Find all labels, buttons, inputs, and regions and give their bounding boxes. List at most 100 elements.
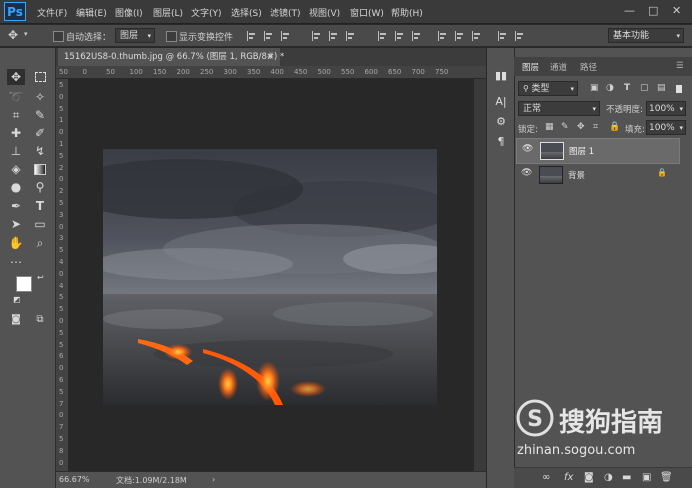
foreground-color-swatch[interactable]: [16, 276, 32, 292]
tool-preset-dropdown-icon[interactable]: ▾: [24, 30, 28, 38]
status-menu-arrow-icon[interactable]: ›: [212, 475, 215, 484]
move-tool-icon[interactable]: ✥: [8, 28, 18, 42]
close-tab-icon[interactable]: ×: [266, 48, 274, 66]
zoom-level[interactable]: 66.67%: [59, 475, 90, 484]
filter-type-icon[interactable]: T: [624, 83, 630, 93]
gradient-tool-icon[interactable]: [31, 161, 49, 177]
glyphs-panel-icon[interactable]: ⚙: [493, 114, 509, 130]
align-distribute-icon[interactable]: [395, 31, 405, 41]
align-distribute-icon[interactable]: [346, 31, 356, 41]
align-distribute-icon[interactable]: [312, 31, 322, 41]
blend-mode-dropdown[interactable]: 正常 ▾: [518, 101, 600, 116]
layer-name[interactable]: 背景: [568, 169, 585, 181]
menu-layer[interactable]: 图层(L): [153, 6, 183, 19]
restore-button[interactable]: □: [648, 4, 658, 17]
document-image[interactable]: [103, 149, 437, 405]
clone-stamp-tool-icon[interactable]: ⊥: [7, 143, 25, 159]
path-selection-tool-icon[interactable]: ➤: [7, 216, 25, 232]
lock-pixels-icon[interactable]: ✎: [561, 122, 569, 132]
fill-input[interactable]: 100% ▾: [646, 120, 686, 135]
align-distribute-icon[interactable]: [412, 31, 422, 41]
layer-name[interactable]: 图层 1: [569, 145, 594, 157]
type-tool-icon[interactable]: T: [31, 198, 49, 214]
lock-artboard-icon[interactable]: ⌗: [593, 122, 598, 132]
tab-paths[interactable]: 路径: [580, 61, 597, 73]
layer-row-background[interactable]: 👁 背景 🔒: [516, 163, 678, 185]
link-layers-icon[interactable]: ∞: [542, 472, 550, 483]
align-distribute-icon[interactable]: [438, 31, 448, 41]
align-distribute-icon[interactable]: [455, 31, 465, 41]
character-panel-icon[interactable]: A|: [493, 94, 509, 110]
visibility-eye-icon[interactable]: 👁: [521, 168, 532, 178]
brush-tool-icon[interactable]: ✐: [31, 125, 49, 141]
marquee-tool-icon[interactable]: [31, 69, 49, 85]
align-distribute-icon[interactable]: [247, 31, 257, 41]
menu-help[interactable]: 帮助(H): [391, 6, 423, 19]
layer-row-layer1[interactable]: 👁 图层 1: [516, 138, 680, 164]
lasso-tool-icon[interactable]: ➰: [7, 89, 25, 105]
align-distribute-icon[interactable]: [378, 31, 388, 41]
healing-brush-tool-icon[interactable]: ✚: [7, 125, 25, 141]
swap-colors-icon[interactable]: ↩: [37, 273, 44, 282]
document-tab[interactable]: 15162US8-0.thumb.jpg @ 66.7% (图层 1, RGB/…: [58, 48, 284, 66]
delete-layer-icon[interactable]: 🗑: [660, 472, 673, 483]
menu-window[interactable]: 窗口(W): [350, 6, 384, 19]
dodge-tool-icon[interactable]: ⚲: [31, 179, 49, 195]
more-tools-icon[interactable]: ⋯: [7, 254, 25, 270]
menu-edit[interactable]: 编辑(E): [76, 6, 107, 19]
move-tool-icon[interactable]: ✥: [7, 69, 25, 85]
default-colors-icon[interactable]: ◩: [13, 295, 21, 304]
eraser-tool-icon[interactable]: ◈: [7, 161, 25, 177]
new-group-icon[interactable]: ▬: [622, 472, 631, 483]
workspace-dropdown[interactable]: 基本功能 ▾: [608, 28, 684, 43]
panel-menu-icon[interactable]: ☰: [676, 61, 684, 71]
paragraph-panel-icon[interactable]: ¶: [493, 134, 509, 150]
lock-all-icon[interactable]: 🔒: [609, 122, 620, 132]
menu-select[interactable]: 选择(S): [231, 6, 262, 19]
lock-transparency-icon[interactable]: ▦: [545, 122, 554, 132]
align-distribute-icon[interactable]: [329, 31, 339, 41]
auto-select-checkbox[interactable]: [53, 31, 64, 42]
history-brush-tool-icon[interactable]: ↯: [31, 143, 49, 159]
quick-mask-icon[interactable]: ◙: [7, 312, 25, 328]
blur-tool-icon[interactable]: ●: [7, 179, 25, 195]
auto-select-dropdown[interactable]: 图层 ▾: [115, 28, 155, 43]
opacity-input[interactable]: 100% ▾: [646, 101, 686, 116]
menu-file[interactable]: 文件(F): [37, 6, 67, 19]
pen-tool-icon[interactable]: ✒: [7, 198, 25, 214]
menu-type[interactable]: 文字(Y): [191, 6, 222, 19]
layer-filter-dropdown[interactable]: ⚲ 类型 ▾: [518, 81, 578, 96]
visibility-eye-icon[interactable]: 👁: [522, 144, 533, 154]
new-layer-icon[interactable]: ▣: [642, 472, 651, 483]
vertical-scrollbar[interactable]: [474, 79, 486, 471]
screen-mode-icon[interactable]: ⧉: [31, 312, 49, 328]
lock-position-icon[interactable]: ✥: [577, 122, 585, 132]
align-distribute-icon[interactable]: [281, 31, 291, 41]
fx-icon[interactable]: fx: [564, 472, 573, 483]
menu-image[interactable]: 图像(I): [115, 6, 143, 19]
tab-channels[interactable]: 通道: [550, 61, 567, 73]
minimize-button[interactable]: —: [624, 4, 635, 17]
filter-pixel-icon[interactable]: ▣: [590, 83, 599, 93]
add-mask-icon[interactable]: ◙: [584, 472, 594, 483]
history-panel-icon[interactable]: ▮▮: [493, 68, 509, 84]
menu-filter[interactable]: 滤镜(T): [270, 6, 301, 19]
adjustment-layer-icon[interactable]: ◑: [604, 472, 613, 483]
filter-shape-icon[interactable]: ▢: [640, 83, 649, 93]
filter-adjustment-icon[interactable]: ◑: [606, 83, 614, 93]
tab-layers[interactable]: 图层: [522, 61, 539, 73]
crop-tool-icon[interactable]: ⌗: [7, 107, 25, 123]
filter-toggle-icon[interactable]: [676, 85, 682, 93]
menu-view[interactable]: 视图(V): [309, 6, 340, 19]
align-distribute-icon[interactable]: [515, 31, 525, 41]
zoom-tool-icon[interactable]: ⌕: [31, 235, 49, 251]
filter-smart-object-icon[interactable]: ▤: [657, 83, 666, 93]
hand-tool-icon[interactable]: ✋: [7, 235, 25, 251]
show-transform-checkbox[interactable]: [166, 31, 177, 42]
close-button[interactable]: ✕: [672, 4, 681, 17]
magic-wand-tool-icon[interactable]: ✧: [31, 89, 49, 105]
align-distribute-icon[interactable]: [264, 31, 274, 41]
align-distribute-icon[interactable]: [498, 31, 508, 41]
eyedropper-tool-icon[interactable]: ✎: [31, 107, 49, 123]
rectangle-tool-icon[interactable]: ▭: [31, 216, 49, 232]
